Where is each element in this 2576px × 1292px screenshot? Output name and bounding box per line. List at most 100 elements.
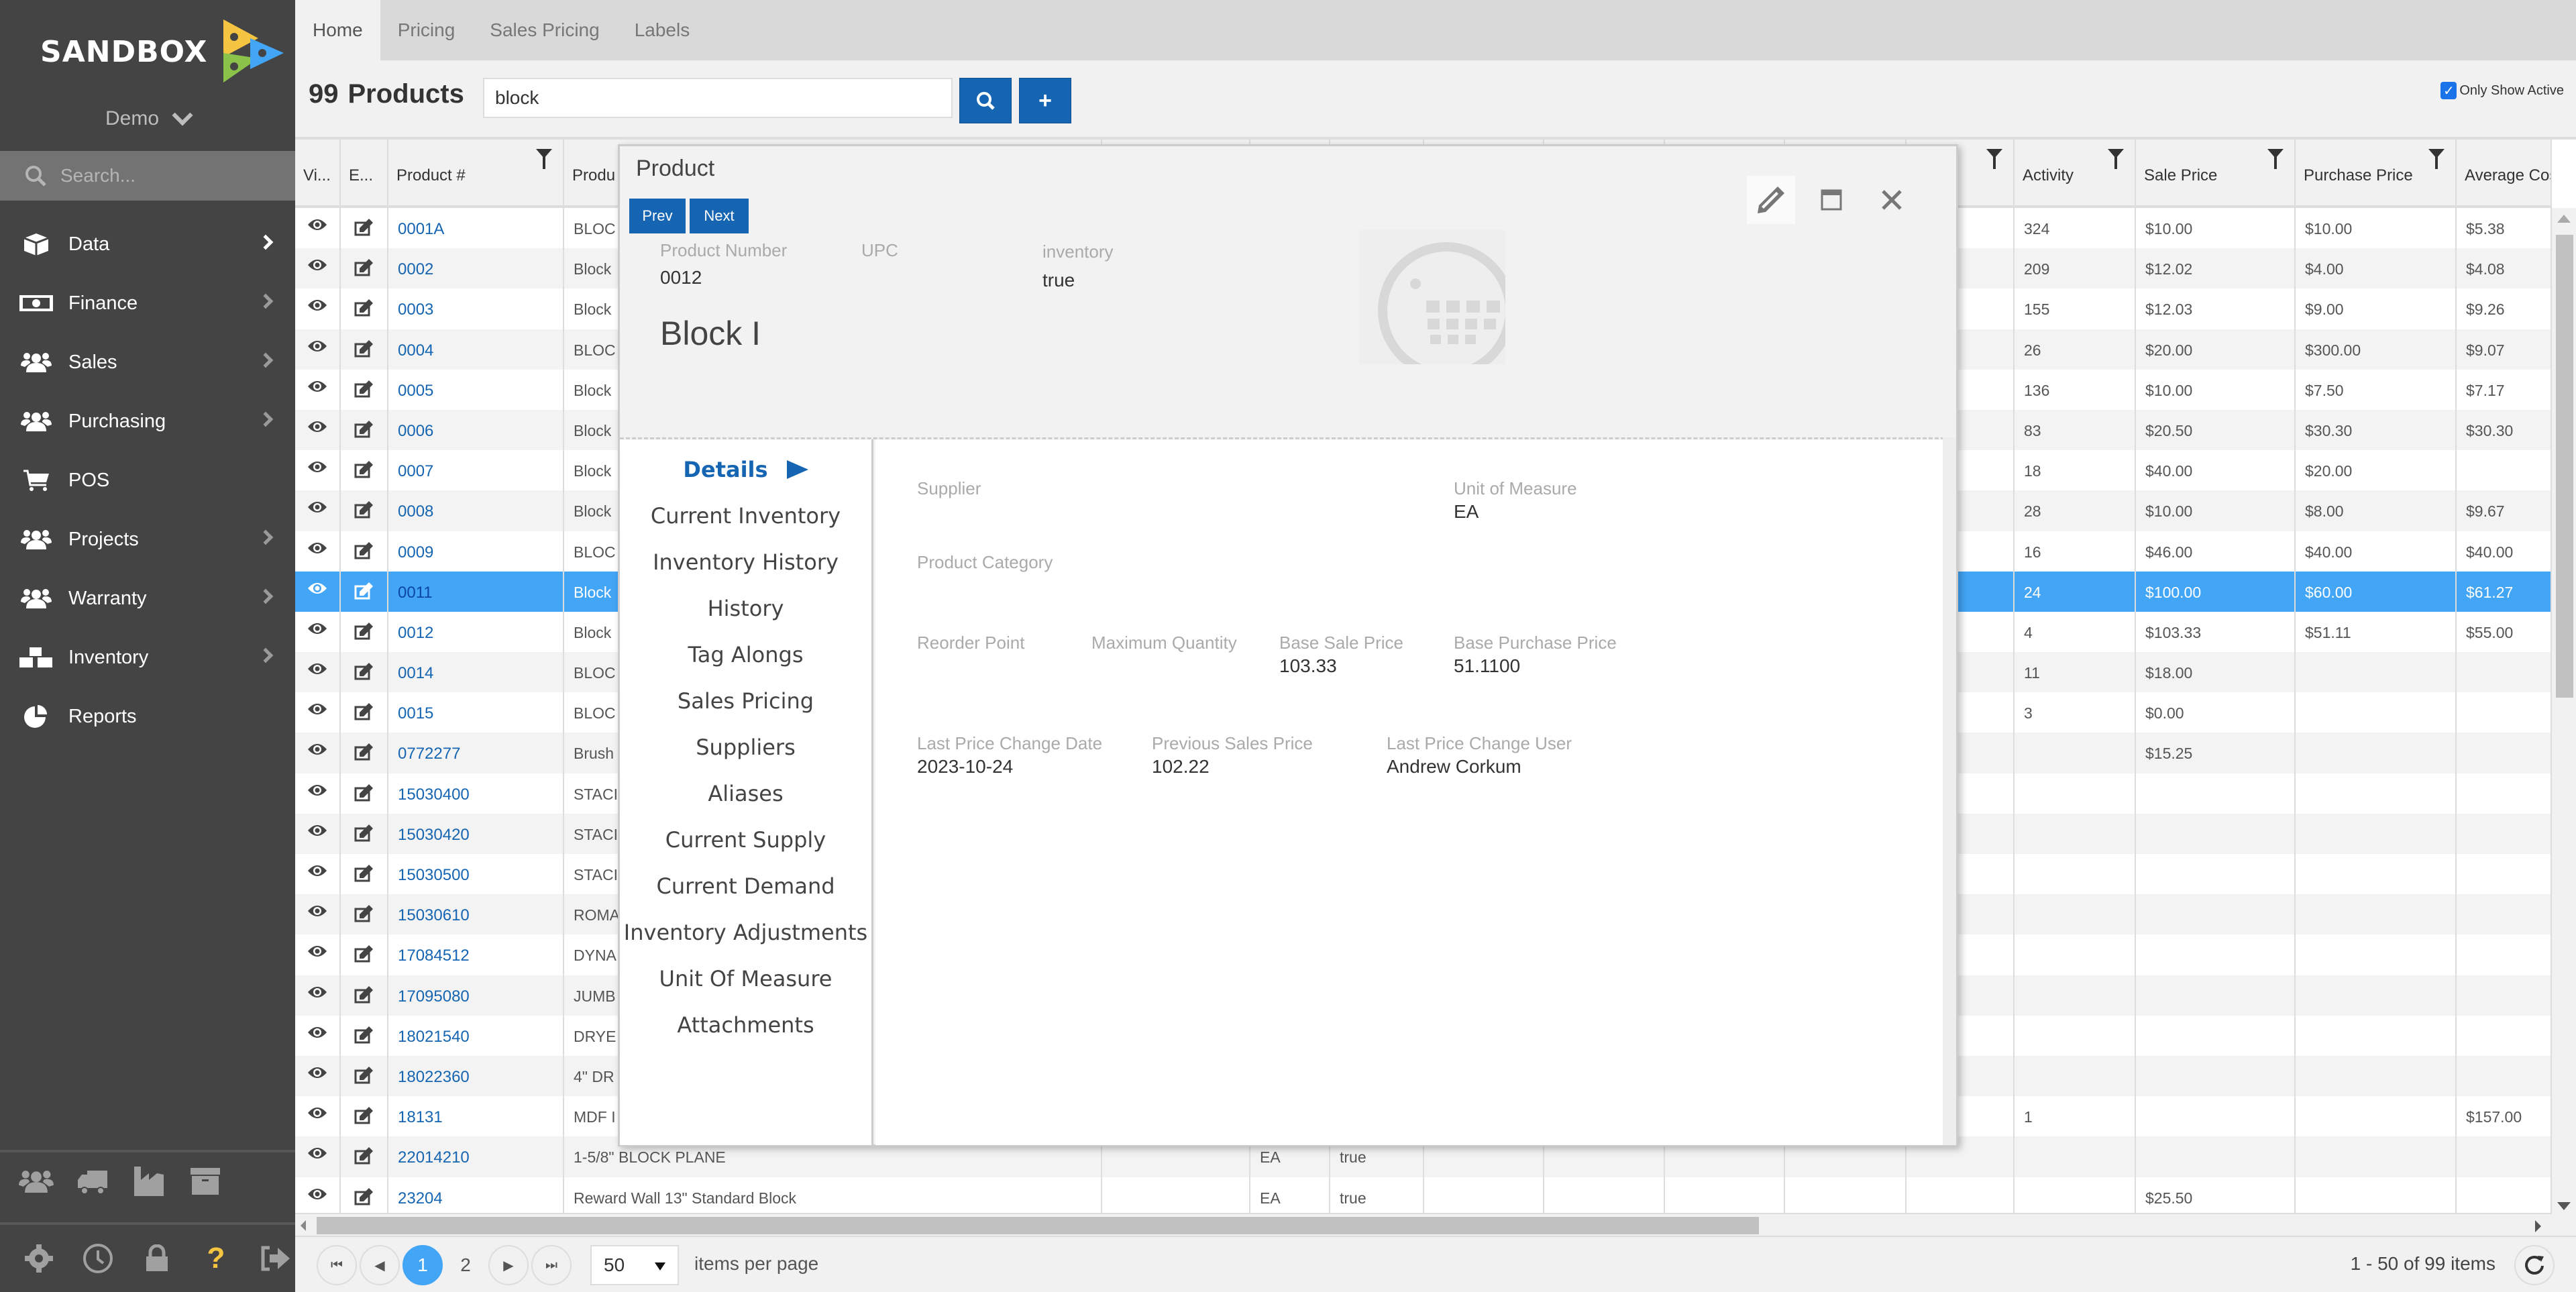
lock-icon[interactable] [140,1241,174,1276]
view-button[interactable] [295,490,341,531]
edit-button[interactable] [1747,176,1795,224]
product-number-link[interactable]: 18021540 [388,1015,564,1056]
filter-icon[interactable] [2267,149,2284,169]
sidebar-item-reports[interactable]: Reports [0,687,295,746]
product-number-link[interactable]: 15030420 [388,813,564,854]
tab-home[interactable]: Home [295,0,380,60]
view-button[interactable] [295,1096,341,1137]
product-number-link[interactable]: 22014210 [388,1136,564,1177]
product-number-link[interactable]: 0015 [388,692,564,733]
view-button[interactable] [295,733,341,773]
modal-nav-item-attachments[interactable]: Attachments [620,1002,871,1048]
scroll-thumb[interactable] [317,1217,1759,1234]
column-header[interactable]: Sale Price [2136,140,2296,205]
modal-nav-item-inventory-adjustments[interactable]: Inventory Adjustments [620,909,871,955]
product-number-link[interactable]: 23204 [388,1177,564,1213]
column-header[interactable]: Product # [388,140,564,205]
filter-icon[interactable] [2428,149,2445,169]
modal-scrollbar[interactable] [1943,437,1956,1145]
horizontal-scrollbar[interactable] [295,1213,2552,1236]
product-number-link[interactable]: 0007 [388,450,564,491]
modal-nav-item-sales-pricing[interactable]: Sales Pricing [620,678,871,724]
archive-icon[interactable] [188,1164,223,1199]
modal-nav-item-inventory-history[interactable]: Inventory History [620,539,871,585]
last-page-button[interactable]: ⏭ [531,1245,572,1285]
edit-button[interactable] [341,450,388,491]
sidebar-search-input[interactable] [60,165,282,186]
sidebar-item-projects[interactable]: Projects [0,510,295,569]
product-number-link[interactable]: 15030400 [388,773,564,814]
tenant-selector[interactable]: Demo [0,101,295,137]
product-number-link[interactable]: 15030610 [388,894,564,935]
view-button[interactable] [295,934,341,975]
edit-button[interactable] [341,1015,388,1056]
view-button[interactable] [295,288,341,329]
filter-icon[interactable] [1986,149,2002,169]
clock-icon[interactable] [80,1241,115,1276]
view-button[interactable] [295,894,341,935]
tab-sales-pricing[interactable]: Sales Pricing [472,0,616,60]
prev-button[interactable]: Prev [629,199,686,233]
view-button[interactable] [295,208,341,249]
scroll-left-icon[interactable] [301,1220,306,1231]
page-1-button[interactable]: 1 [402,1245,443,1285]
view-button[interactable] [295,248,341,289]
edit-button[interactable] [341,692,388,733]
product-number-link[interactable]: 0008 [388,490,564,531]
edit-button[interactable] [341,1177,388,1213]
scroll-up-icon[interactable] [2557,215,2571,223]
page-size-select[interactable]: 50 [590,1245,679,1285]
brand-logo[interactable]: SANDBOX [40,15,285,89]
view-button[interactable] [295,854,341,895]
scroll-right-icon[interactable] [2535,1220,2541,1232]
view-button[interactable] [295,329,341,370]
view-button[interactable] [295,450,341,491]
product-number-link[interactable]: 0002 [388,248,564,289]
search-button[interactable] [959,78,1012,123]
product-search-input[interactable] [483,78,953,118]
edit-button[interactable] [341,1136,388,1177]
scroll-down-icon[interactable] [2557,1202,2571,1210]
product-number-link[interactable]: 0772277 [388,733,564,773]
only-show-active-toggle[interactable]: ✓ Only Show Active [2440,82,2564,99]
edit-button[interactable] [341,1096,388,1137]
view-button[interactable] [295,1136,341,1177]
sidebar-item-purchasing[interactable]: Purchasing [0,392,295,451]
edit-button[interactable] [341,652,388,693]
modal-nav-item-details[interactable]: Details [620,446,871,492]
table-row[interactable]: 23204 Reward Wall 13" Standard Block EA tru… [295,1177,2552,1213]
modal-nav-item-aliases[interactable]: Aliases [620,770,871,816]
edit-button[interactable] [341,894,388,935]
modal-nav-item-history[interactable]: History [620,585,871,631]
vertical-scrollbar[interactable] [2552,208,2576,1213]
product-number-link[interactable]: 18022360 [388,1055,564,1097]
page-2-button[interactable]: 2 [445,1245,486,1285]
view-button[interactable] [295,369,341,410]
sign-out-icon[interactable] [258,1241,292,1276]
view-button[interactable] [295,692,341,733]
column-header[interactable]: E... [341,140,388,205]
view-button[interactable] [295,1015,341,1056]
view-button[interactable] [295,975,341,1016]
users-icon[interactable] [19,1164,54,1199]
next-button[interactable]: Next [690,199,749,233]
modal-nav-item-suppliers[interactable]: Suppliers [620,724,871,770]
product-number-link[interactable]: 0014 [388,652,564,693]
view-button[interactable] [295,409,341,451]
sidebar-item-data[interactable]: Data [0,215,295,274]
sidebar-item-sales[interactable]: Sales [0,333,295,392]
view-button[interactable] [295,813,341,854]
view-button[interactable] [295,571,341,612]
close-button[interactable] [1868,176,1916,224]
edit-button[interactable] [341,490,388,531]
column-header[interactable]: Average Cos [2457,140,2552,205]
product-number-link[interactable]: 18131 [388,1096,564,1137]
edit-button[interactable] [341,531,388,572]
checkbox-checked-icon[interactable]: ✓ [2440,82,2457,99]
view-button[interactable] [295,611,341,653]
edit-button[interactable] [341,773,388,814]
industry-icon[interactable] [131,1164,166,1199]
column-header[interactable]: Activity [2015,140,2136,205]
product-number-link[interactable]: 17095080 [388,975,564,1016]
tab-pricing[interactable]: Pricing [380,0,473,60]
